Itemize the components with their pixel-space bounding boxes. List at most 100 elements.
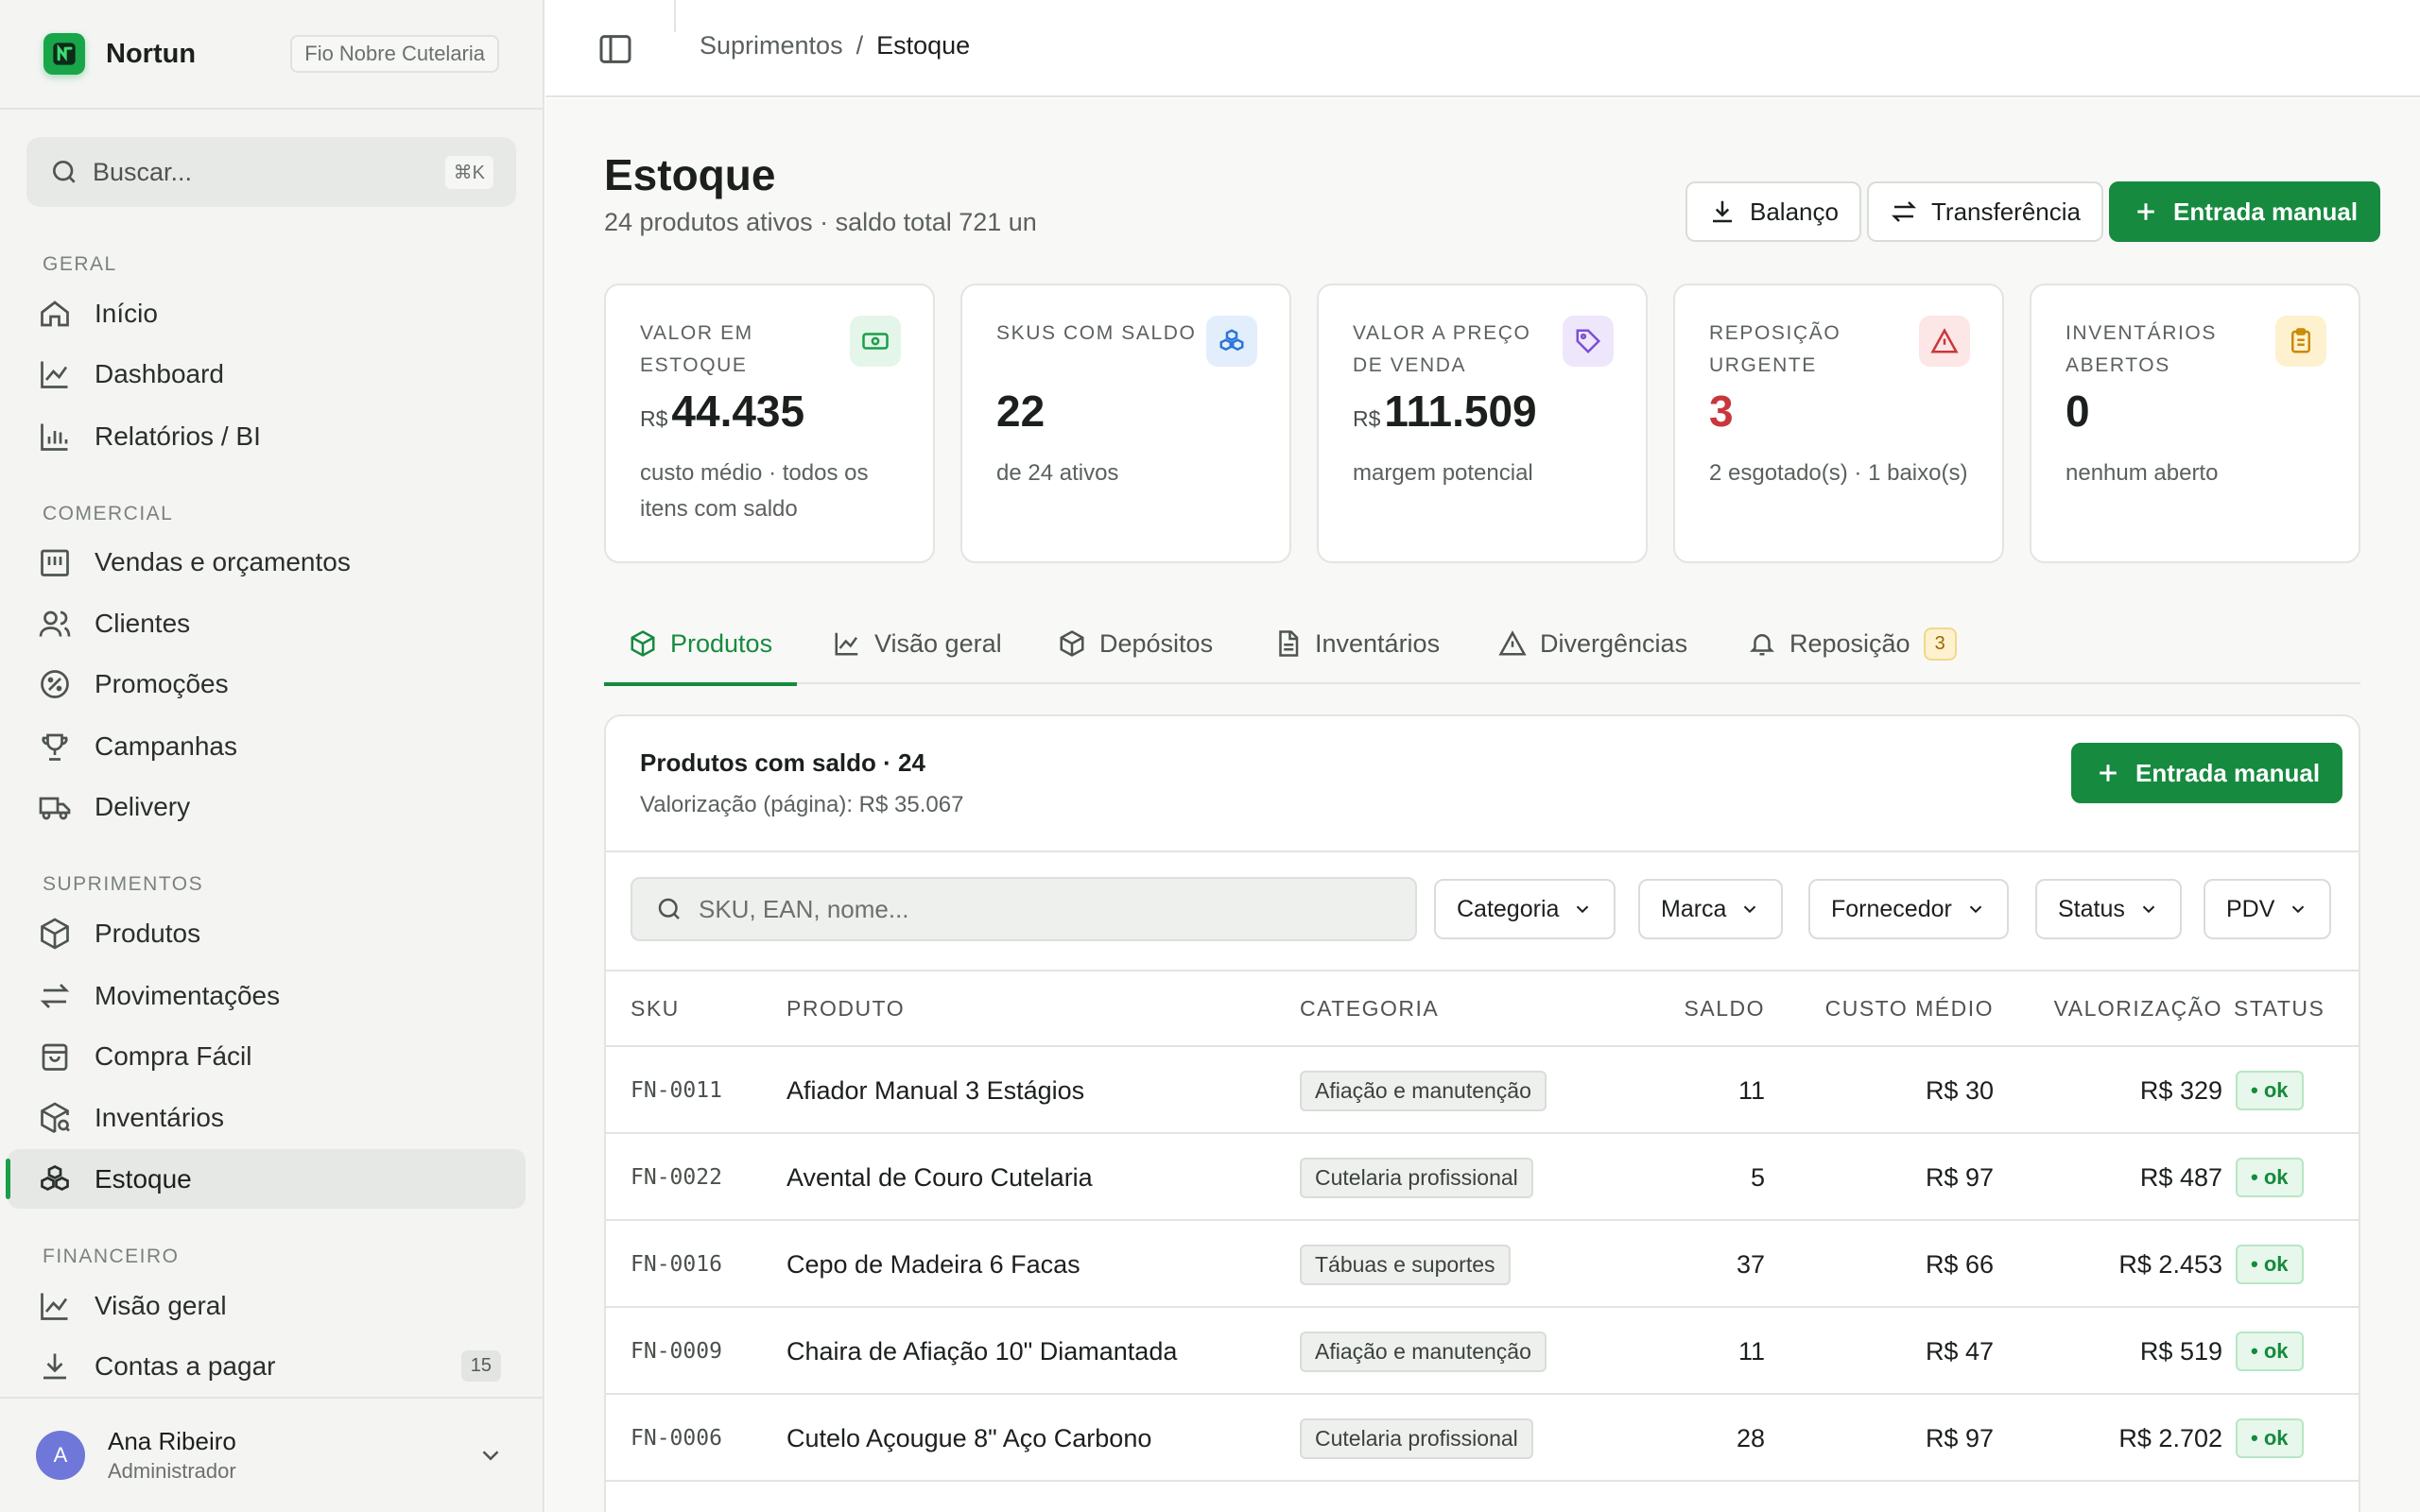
download-icon bbox=[1713, 200, 1732, 223]
page-title: Estoque bbox=[604, 150, 776, 199]
filter-fornecedor[interactable]: Fornecedor bbox=[1808, 879, 2009, 939]
tab-produtos[interactable]: Produtos bbox=[604, 603, 798, 686]
breadcrumb-suprimentos[interactable]: Suprimentos bbox=[700, 31, 843, 60]
table-row-partial[interactable] bbox=[606, 1480, 2359, 1512]
kpi-currency: R$ bbox=[640, 406, 668, 431]
card-entrada-manual-button[interactable]: Entrada manual bbox=[2071, 743, 2343, 803]
table-row[interactable]: FN-0006 Cutelo Açougue 8" Aço Carbono Cu… bbox=[606, 1393, 2359, 1480]
tab-depositos[interactable]: Depósitos bbox=[1058, 603, 1213, 684]
tab-visao-geral[interactable]: Visão geral bbox=[833, 603, 1002, 684]
kpi-number: 3 bbox=[1709, 387, 1734, 436]
row-custo: R$ 97 bbox=[1925, 1162, 1994, 1192]
kpi-number: 0 bbox=[2066, 387, 2090, 436]
sidebar-item-label: Delivery bbox=[95, 791, 191, 821]
col-valorizacao[interactable]: VALORIZAÇÃO bbox=[1994, 996, 2222, 1022]
tab-label: Divergências bbox=[1540, 628, 1688, 658]
boxes-icon bbox=[1206, 316, 1257, 367]
sidebar-item-label: Movimentações bbox=[95, 980, 281, 1010]
sidebar-item-visao-geral[interactable]: Visão geral bbox=[8, 1276, 526, 1335]
chevron-down-icon[interactable] bbox=[476, 1441, 505, 1469]
col-produto[interactable]: PRODUTO bbox=[786, 996, 905, 1022]
page-subtitle: 24 produtos ativos · saldo total 721 un bbox=[604, 208, 1037, 236]
divider bbox=[606, 850, 2359, 852]
filter-categoria[interactable]: Categoria bbox=[1434, 879, 1616, 939]
banknote-icon bbox=[850, 316, 901, 367]
sidebar-item-contas-pagar[interactable]: Contas a pagar 15 bbox=[8, 1336, 526, 1396]
sidebar-item-dashboard[interactable]: Dashboard bbox=[8, 344, 526, 404]
sidebar-item-label: Início bbox=[95, 298, 158, 328]
sidebar-item-delivery[interactable]: Delivery bbox=[8, 777, 526, 836]
table-row[interactable]: FN-0016 Cepo de Madeira 6 Facas Tábuas e… bbox=[606, 1219, 2359, 1306]
table-row[interactable]: FN-0022 Avental de Couro Cutelaria Cutel… bbox=[606, 1132, 2359, 1219]
sidebar-item-label: Produtos bbox=[95, 918, 201, 948]
sidebar-item-inventarios[interactable]: Inventários bbox=[8, 1088, 526, 1147]
row-produto[interactable]: Avental de Couro Cutelaria bbox=[786, 1134, 1093, 1221]
sidebar-item-inicio[interactable]: Início bbox=[8, 284, 526, 343]
users-icon bbox=[39, 610, 71, 637]
row-valorizacao: R$ 2.702 bbox=[2118, 1423, 2222, 1452]
sidebar-item-promocoes[interactable]: Promoções bbox=[8, 654, 526, 713]
row-produto[interactable]: Chaira de Afiação 10" Diamantada bbox=[786, 1308, 1177, 1395]
sidebar-item-estoque[interactable]: Estoque bbox=[6, 1149, 526, 1209]
row-produto[interactable]: Cutelo Açougue 8" Aço Carbono bbox=[786, 1395, 1151, 1482]
row-categoria: Cutelaria profissional bbox=[1300, 1418, 1533, 1459]
sidebar-item-campanhas[interactable]: Campanhas bbox=[8, 716, 526, 776]
col-status[interactable]: STATUS bbox=[2234, 996, 2325, 1022]
chevron-down-icon bbox=[1577, 905, 1589, 914]
card-entrada-manual-label: Entrada manual bbox=[2135, 758, 2321, 787]
kpi-reposicao-urgente: REPOSIÇÃO URGENTE 3 2 esgotado(s) · 1 ba… bbox=[1673, 284, 2004, 563]
tab-reposicao[interactable]: Reposição 3 bbox=[1748, 603, 1957, 684]
sidebar-item-clientes[interactable]: Clientes bbox=[8, 593, 526, 653]
sidebar-item-compra-facil[interactable]: Compra Fácil bbox=[8, 1026, 526, 1086]
discount-icon bbox=[41, 669, 69, 698]
filter-status[interactable]: Status bbox=[2035, 879, 2182, 939]
row-produto[interactable]: Cepo de Madeira 6 Facas bbox=[786, 1221, 1080, 1308]
sidebar-item-produtos[interactable]: Produtos bbox=[8, 903, 526, 963]
tab-label: Inventários bbox=[1315, 628, 1441, 658]
bell-icon bbox=[1749, 634, 1775, 656]
brand-logo-icon[interactable] bbox=[43, 33, 85, 75]
sidebar-toggle-icon[interactable] bbox=[596, 30, 634, 68]
filter-pdv[interactable]: PDV bbox=[2204, 879, 2332, 939]
table-row[interactable]: FN-0011 Afiador Manual 3 Estágios Afiaçã… bbox=[606, 1045, 2359, 1132]
row-categoria: Afiação e manutenção bbox=[1300, 1070, 1547, 1111]
filter-marca[interactable]: Marca bbox=[1638, 879, 1784, 939]
org-badge[interactable]: Fio Nobre Cutelaria bbox=[290, 35, 499, 73]
col-sku[interactable]: SKU bbox=[631, 996, 680, 1022]
clipboard-icon bbox=[2275, 316, 2326, 367]
tab-label: Visão geral bbox=[874, 628, 1002, 658]
status-badge: • ok bbox=[2236, 1418, 2304, 1458]
package-search-icon bbox=[41, 1101, 70, 1133]
arrows-icon bbox=[40, 983, 70, 1008]
row-produto[interactable]: Afiador Manual 3 Estágios bbox=[786, 1047, 1084, 1134]
sidebar-item-label: Contas a pagar bbox=[95, 1350, 276, 1381]
kpi-number: 111.509 bbox=[1384, 387, 1537, 436]
table-search-input[interactable]: SKU, EAN, nome... bbox=[631, 877, 1417, 941]
filter-label: Categoria bbox=[1457, 895, 1560, 922]
sidebar-item-vendas[interactable]: Vendas e orçamentos bbox=[8, 532, 526, 592]
sidebar-item-movimentacoes[interactable]: Movimentações bbox=[8, 966, 526, 1025]
user-menu[interactable]: A Ana Ribeiro Administrador bbox=[0, 1397, 543, 1512]
card-title: Produtos com saldo · 24 bbox=[640, 748, 925, 777]
chevron-down-icon bbox=[1744, 905, 1756, 914]
tab-divergencias[interactable]: Divergências bbox=[1498, 603, 1687, 684]
table-row[interactable]: FN-0009 Chaira de Afiação 10" Diamantada… bbox=[606, 1306, 2359, 1393]
row-sku: FN-0006 bbox=[631, 1426, 722, 1451]
row-sku: FN-0009 bbox=[631, 1339, 722, 1364]
breadcrumb-separator: / bbox=[856, 31, 864, 60]
chevron-down-icon bbox=[1969, 905, 1982, 914]
transferencia-button[interactable]: Transferência bbox=[1867, 181, 2103, 242]
tab-inventarios[interactable]: Inventários bbox=[1273, 603, 1440, 684]
col-saldo[interactable]: SALDO bbox=[1627, 996, 1765, 1022]
balanco-button[interactable]: Balanço bbox=[1685, 181, 1861, 242]
col-custo-medio[interactable]: CUSTO MÉDIO bbox=[1765, 996, 1994, 1022]
sidebar-item-relatorios[interactable]: Relatórios / BI bbox=[8, 406, 526, 466]
sidebar-search[interactable]: Buscar... ⌘K bbox=[26, 137, 516, 207]
entrada-manual-button[interactable]: Entrada manual bbox=[2109, 181, 2381, 242]
card-subtitle: Valorização (página): R$ 35.067 bbox=[640, 792, 964, 817]
row-categoria: Cutelaria profissional bbox=[1300, 1157, 1533, 1198]
row-valorizacao: R$ 329 bbox=[2139, 1075, 2222, 1105]
filter-label: PDV bbox=[2226, 895, 2275, 922]
tag-icon bbox=[1563, 316, 1614, 367]
col-categoria[interactable]: CATEGORIA bbox=[1300, 996, 1439, 1022]
